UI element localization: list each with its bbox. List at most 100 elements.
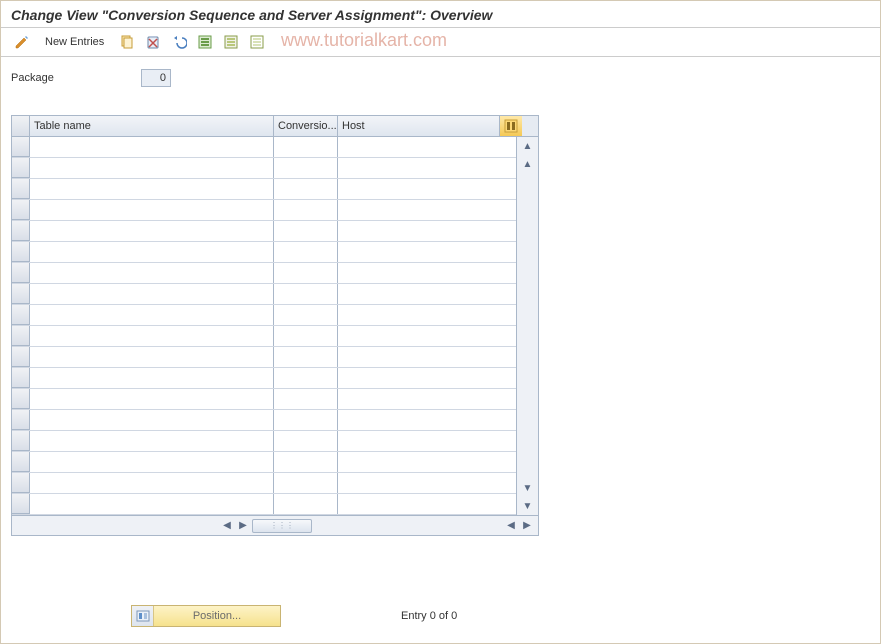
cell-conversion[interactable]	[274, 368, 338, 388]
copy-icon[interactable]	[116, 32, 138, 52]
cell-conversion[interactable]	[274, 158, 338, 178]
cell-conversion[interactable]	[274, 494, 338, 514]
horizontal-scrollbar[interactable]: ◀ ▶ ⋮⋮⋮ ◀ ▶	[12, 515, 538, 535]
cell-table-name[interactable]	[30, 410, 274, 430]
table-row[interactable]	[12, 284, 516, 305]
row-selector[interactable]	[12, 452, 30, 472]
row-selector[interactable]	[12, 200, 30, 220]
cell-table-name[interactable]	[30, 347, 274, 367]
cell-host[interactable]	[338, 452, 500, 472]
cell-table-name[interactable]	[30, 284, 274, 304]
cell-host[interactable]	[338, 137, 500, 157]
cell-table-name[interactable]	[30, 431, 274, 451]
hscroll-right-icon[interactable]: ▶	[236, 519, 250, 533]
cell-host[interactable]	[338, 305, 500, 325]
cell-host[interactable]	[338, 389, 500, 409]
hscroll-thumb[interactable]: ⋮⋮⋮	[252, 519, 312, 533]
cell-host[interactable]	[338, 368, 500, 388]
cell-conversion[interactable]	[274, 221, 338, 241]
delete-icon[interactable]	[142, 32, 164, 52]
new-entries-button[interactable]: New Entries	[37, 32, 112, 52]
column-header-host[interactable]: Host	[338, 116, 500, 136]
row-selector[interactable]	[12, 431, 30, 451]
toggle-display-change-icon[interactable]	[11, 32, 33, 52]
position-button[interactable]: Position...	[131, 605, 281, 627]
table-row[interactable]	[12, 263, 516, 284]
cell-table-name[interactable]	[30, 158, 274, 178]
cell-table-name[interactable]	[30, 137, 274, 157]
column-header-conversion[interactable]: Conversio...	[274, 116, 338, 136]
row-selector[interactable]	[12, 326, 30, 346]
row-selector[interactable]	[12, 494, 30, 514]
cell-conversion[interactable]	[274, 284, 338, 304]
hscroll-right2-icon[interactable]: ▶	[520, 519, 534, 533]
cell-conversion[interactable]	[274, 452, 338, 472]
package-input[interactable]: 0	[141, 69, 171, 87]
vertical-scrollbar[interactable]: ▲ ▲ ▼ ▼	[516, 137, 538, 515]
table-config-icon[interactable]	[500, 116, 522, 136]
cell-table-name[interactable]	[30, 200, 274, 220]
row-selector[interactable]	[12, 242, 30, 262]
cell-table-name[interactable]	[30, 221, 274, 241]
cell-host[interactable]	[338, 221, 500, 241]
column-header-table-name[interactable]: Table name	[30, 116, 274, 136]
cell-table-name[interactable]	[30, 179, 274, 199]
cell-conversion[interactable]	[274, 305, 338, 325]
hscroll-left2-icon[interactable]: ◀	[504, 519, 518, 533]
row-selector[interactable]	[12, 368, 30, 388]
table-row[interactable]	[12, 179, 516, 200]
cell-host[interactable]	[338, 158, 500, 178]
table-row[interactable]	[12, 221, 516, 242]
cell-host[interactable]	[338, 200, 500, 220]
row-selector[interactable]	[12, 305, 30, 325]
table-row[interactable]	[12, 158, 516, 179]
table-row[interactable]	[12, 431, 516, 452]
select-all-icon[interactable]	[194, 32, 216, 52]
scroll-down2-icon[interactable]: ▼	[518, 479, 538, 497]
cell-host[interactable]	[338, 473, 500, 493]
row-selector[interactable]	[12, 221, 30, 241]
row-selector[interactable]	[12, 263, 30, 283]
cell-conversion[interactable]	[274, 431, 338, 451]
cell-conversion[interactable]	[274, 137, 338, 157]
table-row[interactable]	[12, 305, 516, 326]
table-row[interactable]	[12, 368, 516, 389]
undo-icon[interactable]	[168, 32, 190, 52]
row-selector[interactable]	[12, 389, 30, 409]
cell-host[interactable]	[338, 410, 500, 430]
cell-host[interactable]	[338, 242, 500, 262]
deselect-all-icon[interactable]	[246, 32, 268, 52]
table-row[interactable]	[12, 137, 516, 158]
cell-table-name[interactable]	[30, 305, 274, 325]
cell-conversion[interactable]	[274, 242, 338, 262]
cell-table-name[interactable]	[30, 242, 274, 262]
cell-conversion[interactable]	[274, 263, 338, 283]
select-block-icon[interactable]	[220, 32, 242, 52]
row-selector[interactable]	[12, 158, 30, 178]
scroll-up-icon[interactable]: ▲	[518, 137, 538, 155]
table-row[interactable]	[12, 326, 516, 347]
row-selector[interactable]	[12, 284, 30, 304]
cell-conversion[interactable]	[274, 347, 338, 367]
cell-conversion[interactable]	[274, 389, 338, 409]
cell-host[interactable]	[338, 179, 500, 199]
hscroll-left-icon[interactable]: ◀	[220, 519, 234, 533]
cell-conversion[interactable]	[274, 410, 338, 430]
cell-table-name[interactable]	[30, 494, 274, 514]
cell-host[interactable]	[338, 347, 500, 367]
row-selector[interactable]	[12, 137, 30, 157]
cell-table-name[interactable]	[30, 263, 274, 283]
row-selector[interactable]	[12, 179, 30, 199]
row-selector[interactable]	[12, 473, 30, 493]
table-row[interactable]	[12, 452, 516, 473]
cell-conversion[interactable]	[274, 179, 338, 199]
cell-host[interactable]	[338, 284, 500, 304]
table-row[interactable]	[12, 200, 516, 221]
cell-table-name[interactable]	[30, 368, 274, 388]
table-row[interactable]	[12, 494, 516, 515]
cell-host[interactable]	[338, 494, 500, 514]
cell-table-name[interactable]	[30, 473, 274, 493]
cell-host[interactable]	[338, 263, 500, 283]
table-row[interactable]	[12, 410, 516, 431]
cell-table-name[interactable]	[30, 452, 274, 472]
